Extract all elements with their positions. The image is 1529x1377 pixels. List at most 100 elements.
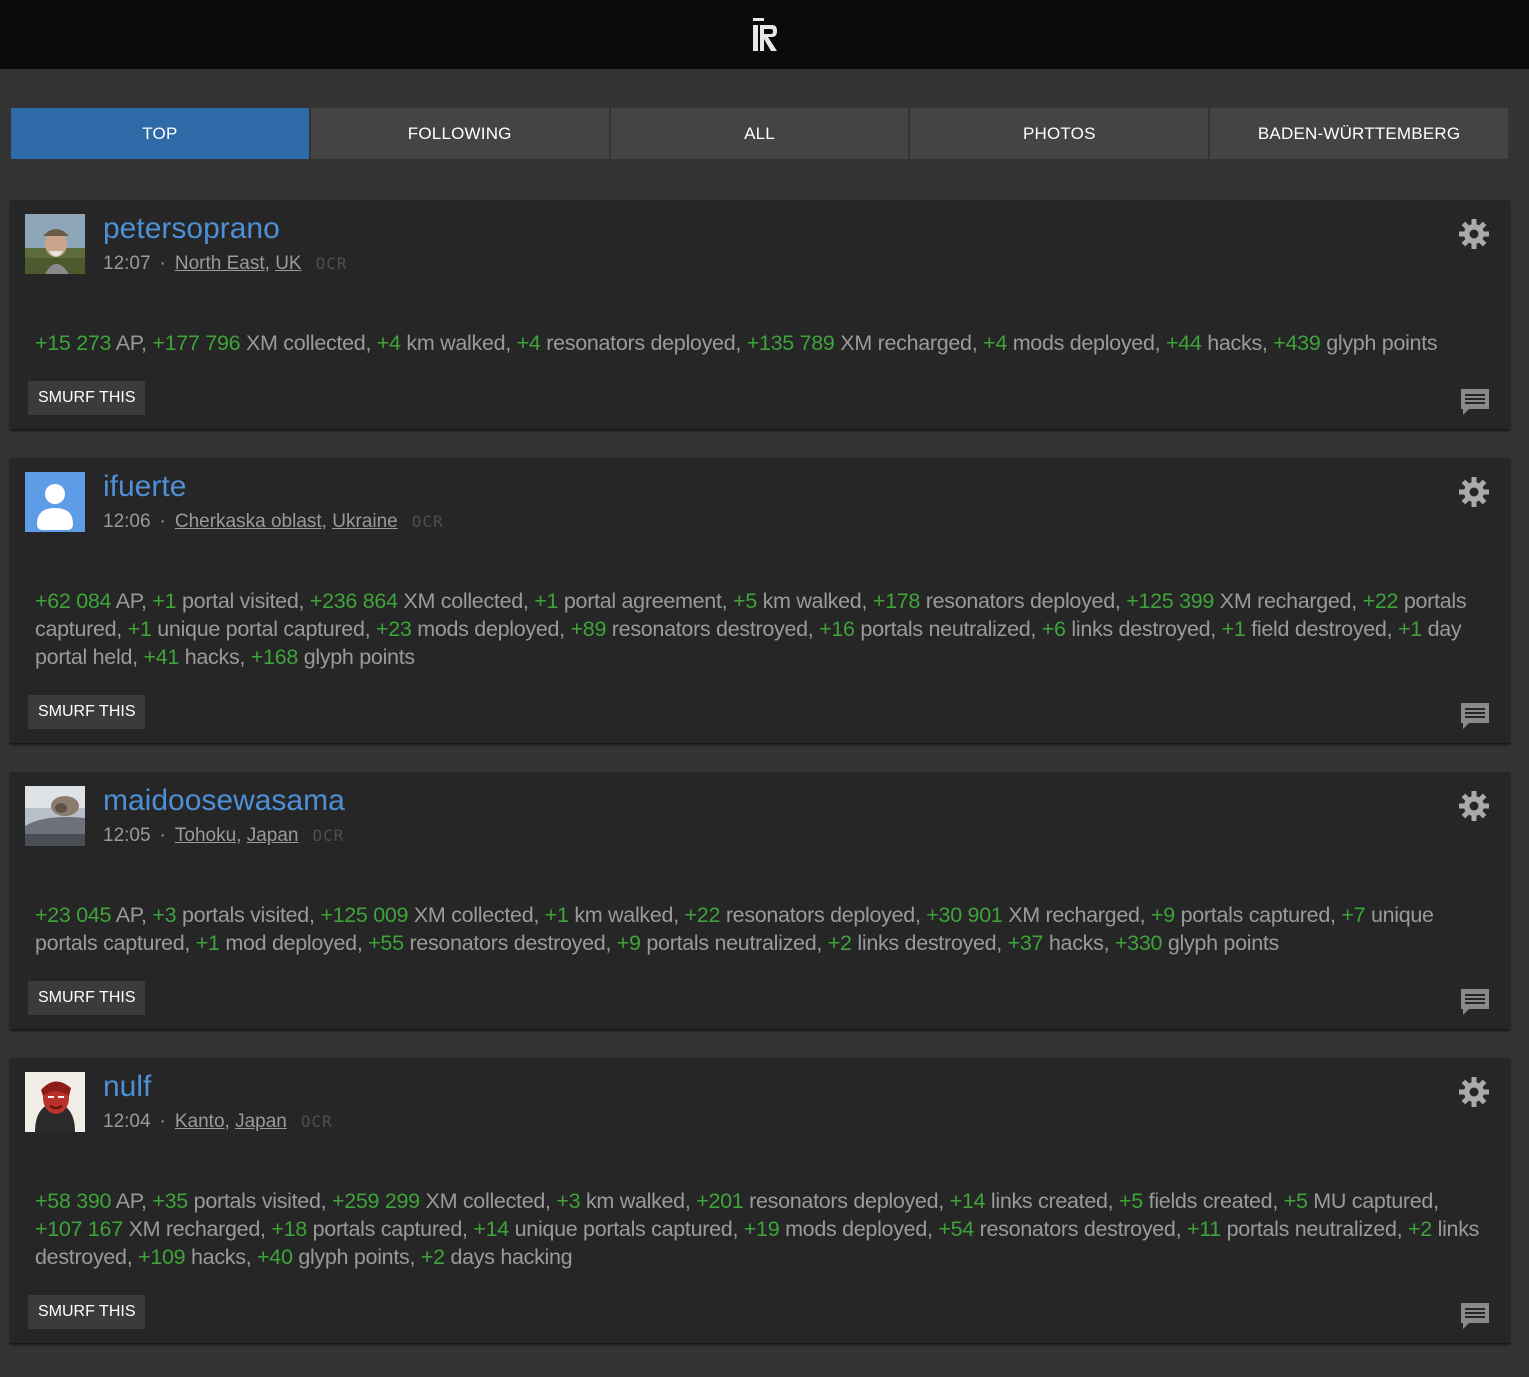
comment-icon[interactable] bbox=[1460, 1302, 1490, 1330]
post-stats: +15 273 AP, +177 796 XM collected, +4 km… bbox=[35, 331, 1438, 355]
stat-item: +30 901 XM recharged bbox=[926, 903, 1140, 927]
stat-label: portals neutralized bbox=[646, 931, 817, 955]
smurf-button[interactable]: SMURF THIS bbox=[28, 381, 146, 415]
gear-icon[interactable] bbox=[1458, 790, 1490, 822]
avatar[interactable] bbox=[25, 214, 85, 274]
stat-item: +4 km walked bbox=[376, 331, 506, 355]
ocr-badge[interactable]: OCR bbox=[412, 512, 444, 531]
avatar[interactable] bbox=[25, 786, 85, 846]
stat-label: resonators deployed bbox=[925, 589, 1115, 613]
stat-item: +168 glyph points bbox=[251, 645, 415, 669]
stat-item: +1 portal visited bbox=[152, 589, 298, 613]
stat-label: resonators destroyed bbox=[979, 1217, 1176, 1241]
stat-label: portals captured bbox=[1180, 903, 1331, 927]
stat-label: resonators deployed bbox=[546, 331, 736, 355]
stat-label: XM collected bbox=[425, 1189, 546, 1213]
comment-icon[interactable] bbox=[1460, 388, 1490, 416]
stat-label: XM collected bbox=[413, 903, 534, 927]
stat-item: +35 portals visited bbox=[152, 1189, 321, 1213]
stat-label: glyph points bbox=[1326, 331, 1438, 355]
country-link[interactable]: Ukraine bbox=[332, 511, 397, 532]
stat-item: +54 resonators destroyed bbox=[938, 1217, 1176, 1241]
stat-value: +40 bbox=[257, 1245, 293, 1269]
post-time: 12:04 bbox=[103, 1111, 151, 1132]
stat-value: +15 273 bbox=[35, 331, 112, 355]
stat-value: +201 bbox=[696, 1189, 744, 1213]
post-time: 12:07 bbox=[103, 253, 151, 274]
stat-label: mod deployed bbox=[225, 931, 357, 955]
stat-item: +9 portals captured bbox=[1151, 903, 1330, 927]
stat-label: links destroyed bbox=[1071, 617, 1211, 641]
stat-value: +3 bbox=[152, 903, 177, 927]
post-meta: 12:06 · Cherkaska oblast, Ukraine OCR bbox=[103, 511, 444, 532]
stat-value: +23 bbox=[375, 617, 412, 641]
smurf-button[interactable]: SMURF THIS bbox=[28, 695, 146, 729]
region-link[interactable]: Tohoku bbox=[175, 825, 236, 846]
stat-value: +22 bbox=[684, 903, 721, 927]
stat-value: +177 796 bbox=[152, 331, 241, 355]
smurf-button[interactable]: SMURF THIS bbox=[28, 1295, 146, 1329]
stat-item: +58 390 AP bbox=[35, 1189, 141, 1213]
gear-icon[interactable] bbox=[1458, 476, 1490, 508]
stat-value: +4 bbox=[516, 331, 541, 355]
stat-item: +177 796 XM collected bbox=[152, 331, 365, 355]
stat-item: +178 resonators deployed bbox=[873, 589, 1115, 613]
country-link[interactable]: UK bbox=[275, 253, 301, 274]
stat-value: +2 bbox=[827, 931, 852, 955]
stat-value: +1 bbox=[127, 617, 152, 641]
stat-value: +9 bbox=[616, 931, 641, 955]
comment-icon[interactable] bbox=[1460, 702, 1490, 730]
username-link[interactable]: maidoosewasama bbox=[103, 784, 345, 818]
stat-value: +5 bbox=[1283, 1189, 1308, 1213]
tab-region[interactable]: BADEN-WÜRTTEMBERG bbox=[1210, 108, 1508, 159]
gear-icon[interactable] bbox=[1458, 218, 1490, 250]
stat-value: +125 399 bbox=[1126, 589, 1215, 613]
stat-item: +1 km walked bbox=[544, 903, 674, 927]
avatar[interactable] bbox=[25, 472, 85, 532]
smurf-button[interactable]: SMURF THIS bbox=[28, 981, 146, 1015]
stat-value: +58 390 bbox=[35, 1189, 112, 1213]
stat-value: +1 bbox=[544, 903, 569, 927]
stat-item: +5 fields created bbox=[1119, 1189, 1273, 1213]
country-link[interactable]: Japan bbox=[247, 825, 299, 846]
stat-value: +2 bbox=[420, 1245, 445, 1269]
tab-photos[interactable]: PHOTOS bbox=[910, 108, 1209, 159]
stat-item: +135 789 XM recharged bbox=[747, 331, 972, 355]
region-link[interactable]: North East bbox=[175, 253, 265, 274]
gear-icon[interactable] bbox=[1458, 1076, 1490, 1108]
country-link[interactable]: Japan bbox=[235, 1111, 287, 1132]
username-link[interactable]: petersoprano bbox=[103, 212, 280, 246]
avatar[interactable] bbox=[25, 1072, 85, 1132]
stat-label: links destroyed bbox=[857, 931, 997, 955]
stat-value: +109 bbox=[138, 1245, 186, 1269]
stat-label: resonators deployed bbox=[749, 1189, 939, 1213]
stat-value: +3 bbox=[556, 1189, 581, 1213]
ocr-badge[interactable]: OCR bbox=[301, 1112, 333, 1131]
username-link[interactable]: nulf bbox=[103, 1070, 151, 1104]
stat-value: +16 bbox=[819, 617, 855, 641]
stat-value: +1 bbox=[534, 589, 559, 613]
comment-icon[interactable] bbox=[1460, 988, 1490, 1016]
stat-item: +37 hacks bbox=[1008, 931, 1104, 955]
stat-value: +4 bbox=[376, 331, 401, 355]
stat-label: XM recharged bbox=[1219, 589, 1352, 613]
stat-item: +330 glyph points bbox=[1115, 931, 1279, 955]
region-link[interactable]: Kanto bbox=[175, 1111, 225, 1132]
separator-dot: · bbox=[159, 825, 166, 846]
stat-label: hacks bbox=[184, 645, 240, 669]
stat-label: mods deployed bbox=[785, 1217, 927, 1241]
stat-label: glyph points bbox=[303, 645, 415, 669]
tab-top[interactable]: TOP bbox=[11, 108, 309, 159]
ocr-badge[interactable]: OCR bbox=[313, 826, 345, 845]
stat-label: resonators destroyed bbox=[611, 617, 808, 641]
username-link[interactable]: ifuerte bbox=[103, 470, 186, 504]
tab-following[interactable]: FOLLOWING bbox=[310, 108, 609, 159]
stat-value: +54 bbox=[938, 1217, 974, 1241]
region-link[interactable]: Cherkaska oblast bbox=[175, 511, 322, 532]
tab-all[interactable]: ALL bbox=[610, 108, 909, 159]
stat-item: +18 portals captured bbox=[271, 1217, 462, 1241]
ocr-badge[interactable]: OCR bbox=[316, 254, 348, 273]
stat-label: links created bbox=[990, 1189, 1108, 1213]
ingress-logo-icon[interactable] bbox=[750, 16, 780, 54]
stat-label: glyph points bbox=[298, 1245, 410, 1269]
